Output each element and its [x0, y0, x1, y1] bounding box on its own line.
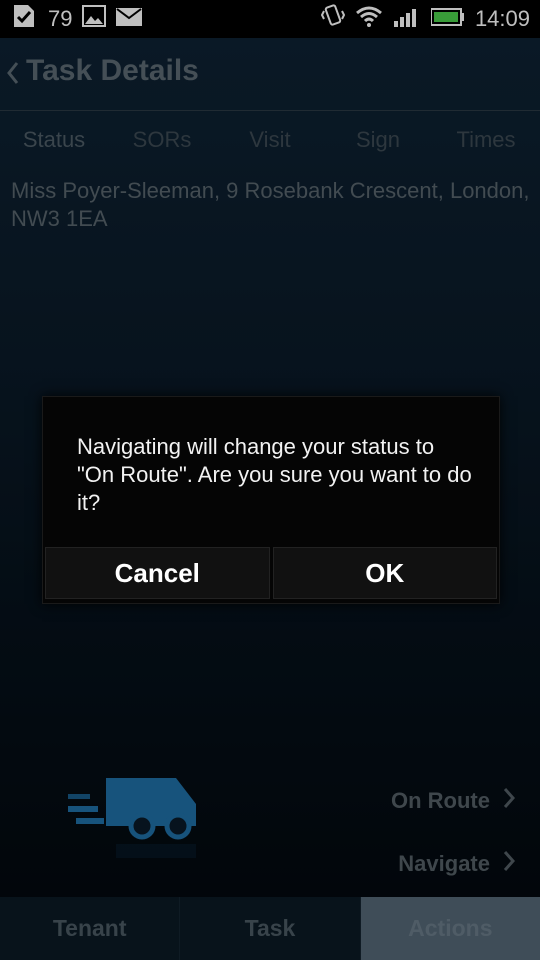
cancel-button[interactable]: Cancel: [45, 547, 270, 599]
confirm-dialog: Navigating will change your status to "O…: [42, 396, 500, 604]
ok-button[interactable]: OK: [272, 547, 497, 599]
dialog-buttons: Cancel OK: [45, 547, 497, 599]
dialog-message: Navigating will change your status to "O…: [77, 434, 472, 515]
